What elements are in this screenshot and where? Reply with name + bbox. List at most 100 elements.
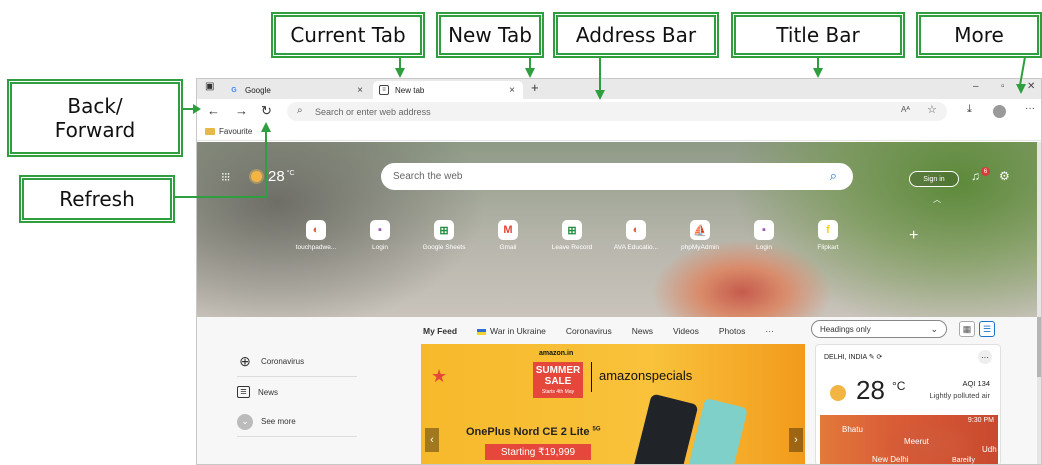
quick-link[interactable]: ◐ touchpadwe... bbox=[287, 220, 345, 251]
login-icon: ▪ bbox=[754, 220, 774, 240]
new-tab-hero: ⁝⁝⁝ 28 °C Search the web ⌕ Sign in ♫ 6 ⚙… bbox=[197, 142, 1041, 317]
weather-location-text: DELHI, INDIA bbox=[824, 354, 867, 361]
headings-select-value: Headings only bbox=[820, 324, 871, 334]
weather-more-button[interactable]: ··· bbox=[978, 350, 992, 364]
carousel-prev-button[interactable]: ‹ bbox=[425, 428, 439, 452]
quick-link-label: AVA Educatio... bbox=[613, 244, 659, 251]
connector-line bbox=[265, 130, 267, 198]
flipkart-icon: f bbox=[818, 220, 838, 240]
promo-title-sup: 5G bbox=[592, 426, 601, 433]
quick-link-label: Login bbox=[372, 244, 388, 251]
connector-line bbox=[599, 57, 601, 91]
feed-tab-news[interactable]: News bbox=[632, 326, 653, 336]
read-aloud-icon[interactable]: Aᴬ bbox=[901, 105, 910, 114]
callout-back-forward: Back/ Forward bbox=[10, 82, 180, 154]
weather-temperature: 28 bbox=[856, 375, 885, 405]
weather-map[interactable]: 9:30 PM Bhatu Meerut Udh New Delhi Barei… bbox=[820, 415, 998, 464]
sale-line: SALE bbox=[544, 376, 572, 387]
quick-link-label: Google Sheets bbox=[422, 244, 466, 251]
connector-line bbox=[173, 196, 267, 198]
side-menu-news[interactable]: ≡ News bbox=[237, 377, 357, 407]
search-icon[interactable]: ⌕ bbox=[830, 168, 837, 184]
quick-link[interactable]: ⊞ Google Sheets bbox=[415, 220, 473, 251]
callout-title-bar: Title Bar bbox=[734, 15, 902, 55]
news-feed: My Feed War in Ukraine Coronavirus News … bbox=[197, 317, 1041, 464]
air-quality-text: Lightly polluted air bbox=[929, 391, 990, 400]
promo-title-text: OnePlus Nord CE 2 Lite bbox=[466, 426, 590, 438]
feed-tab-videos[interactable]: Videos bbox=[673, 326, 699, 336]
tab-close-icon[interactable]: × bbox=[357, 85, 363, 96]
promo-price: Starting ₹19,999 bbox=[485, 444, 591, 460]
side-menu-coronavirus[interactable]: ⊕ Coronavirus bbox=[237, 347, 357, 377]
touchpad-icon: ◐ bbox=[306, 220, 326, 240]
chevron-up-icon[interactable]: ︿ bbox=[933, 194, 941, 205]
quick-link-label: Leave Record bbox=[551, 244, 593, 251]
sun-icon bbox=[830, 385, 846, 401]
address-bar[interactable]: ⌕ Search or enter web address bbox=[287, 102, 947, 121]
toolbar: ← → ↻ ⌕ Search or enter web address Aᴬ ☆… bbox=[197, 99, 1041, 123]
restore-button[interactable]: ▫ bbox=[1001, 81, 1005, 92]
web-search-input[interactable]: Search the web ⌕ bbox=[381, 163, 853, 190]
refresh-button[interactable]: ↻ bbox=[261, 103, 272, 119]
newtab-icon: ≡ bbox=[379, 85, 389, 95]
feed-tab-coronavirus[interactable]: Coronavirus bbox=[566, 326, 612, 336]
add-quick-link-button[interactable]: + bbox=[909, 227, 918, 245]
tab-new-tab[interactable]: ≡ New tab × bbox=[373, 81, 523, 99]
headings-select[interactable]: Headings only ⌄ bbox=[811, 320, 947, 338]
favourite-folder[interactable]: Favourite bbox=[219, 127, 252, 136]
map-label: Udh bbox=[982, 445, 997, 454]
weather-card[interactable]: DELHI, INDIA ✎ ⟳ ··· 28 °C AQI 134 Light… bbox=[815, 344, 1001, 464]
notification-bell-icon[interactable]: ♫ bbox=[971, 169, 980, 183]
download-icon[interactable]: ⤓ bbox=[967, 103, 972, 116]
carousel-next-button[interactable]: › bbox=[789, 428, 803, 452]
ava-icon: ◐ bbox=[626, 220, 646, 240]
flag-icon bbox=[477, 328, 487, 335]
map-label: New Delhi bbox=[872, 455, 909, 464]
list-view-button[interactable]: ☰ bbox=[979, 321, 995, 337]
amazon-specials-logo: amazonspecials bbox=[599, 368, 693, 383]
quick-link[interactable]: ▪ Login bbox=[735, 220, 793, 251]
back-button[interactable]: ← bbox=[207, 103, 220, 118]
news-icon: ≡ bbox=[237, 386, 250, 398]
scrollbar-thumb[interactable] bbox=[1037, 317, 1041, 377]
quick-link[interactable]: ▪ Login bbox=[351, 220, 409, 251]
feed-tab-my-feed[interactable]: My Feed bbox=[423, 326, 457, 336]
arrow-head bbox=[595, 90, 605, 100]
tab-google[interactable]: G Google × bbox=[223, 81, 371, 99]
gear-icon[interactable]: ⚙ bbox=[999, 169, 1010, 183]
quick-link-label: touchpadwe... bbox=[295, 244, 337, 251]
quick-link[interactable]: M Gmail bbox=[479, 220, 537, 251]
quick-link[interactable]: ⊞ Leave Record bbox=[543, 220, 601, 251]
arrow-head bbox=[813, 68, 823, 78]
feed-more-button[interactable]: ··· bbox=[765, 326, 774, 336]
search-icon: ⌕ bbox=[297, 105, 303, 116]
callout-address-bar: Address Bar bbox=[556, 15, 716, 55]
feed-side-menu: ⊕ Coronavirus ≡ News ⌄ See more bbox=[237, 347, 357, 437]
profile-avatar[interactable] bbox=[993, 105, 1006, 118]
signin-button[interactable]: Sign in bbox=[909, 171, 959, 187]
tab-actions-icon[interactable]: ▣ bbox=[205, 81, 214, 92]
weather-location: DELHI, INDIA ✎ ⟳ bbox=[824, 354, 883, 361]
browser-window: ▣ G Google × ≡ New tab × + – ▫ ✕ ← → ↻ ⌕… bbox=[196, 78, 1042, 465]
more-button[interactable]: ··· bbox=[1025, 103, 1035, 114]
quick-link[interactable]: ⛵ phpMyAdmin bbox=[671, 220, 729, 251]
app-launcher-icon[interactable]: ⁝⁝⁝ bbox=[221, 170, 231, 184]
callout-new-tab: New Tab bbox=[439, 15, 541, 55]
close-window-button[interactable]: ✕ bbox=[1027, 81, 1035, 92]
new-tab-button[interactable]: + bbox=[531, 80, 539, 95]
scrollbar[interactable] bbox=[1037, 142, 1041, 464]
grid-view-button[interactable]: ▦ bbox=[959, 321, 975, 337]
promo-card[interactable]: ★ amazon.in SUMMER SALE Starts 4th May a… bbox=[421, 344, 805, 464]
feed-tab-war-in-ukraine[interactable]: War in Ukraine bbox=[477, 326, 546, 336]
favorite-star-icon[interactable]: ☆ bbox=[927, 103, 937, 116]
side-menu-see-more[interactable]: ⌄ See more bbox=[237, 407, 357, 437]
quick-link[interactable]: ◐ AVA Educatio... bbox=[607, 220, 665, 251]
globe-icon: ⊕ bbox=[239, 353, 251, 369]
quick-link[interactable]: f Flipkart bbox=[799, 220, 857, 251]
forward-button[interactable]: → bbox=[235, 103, 248, 118]
weather-widget[interactable]: 28 °C bbox=[251, 168, 295, 185]
minimize-button[interactable]: – bbox=[973, 81, 979, 92]
weather-unit: °C bbox=[892, 379, 906, 393]
tab-close-icon[interactable]: × bbox=[509, 85, 515, 96]
feed-tab-photos[interactable]: Photos bbox=[719, 326, 745, 336]
